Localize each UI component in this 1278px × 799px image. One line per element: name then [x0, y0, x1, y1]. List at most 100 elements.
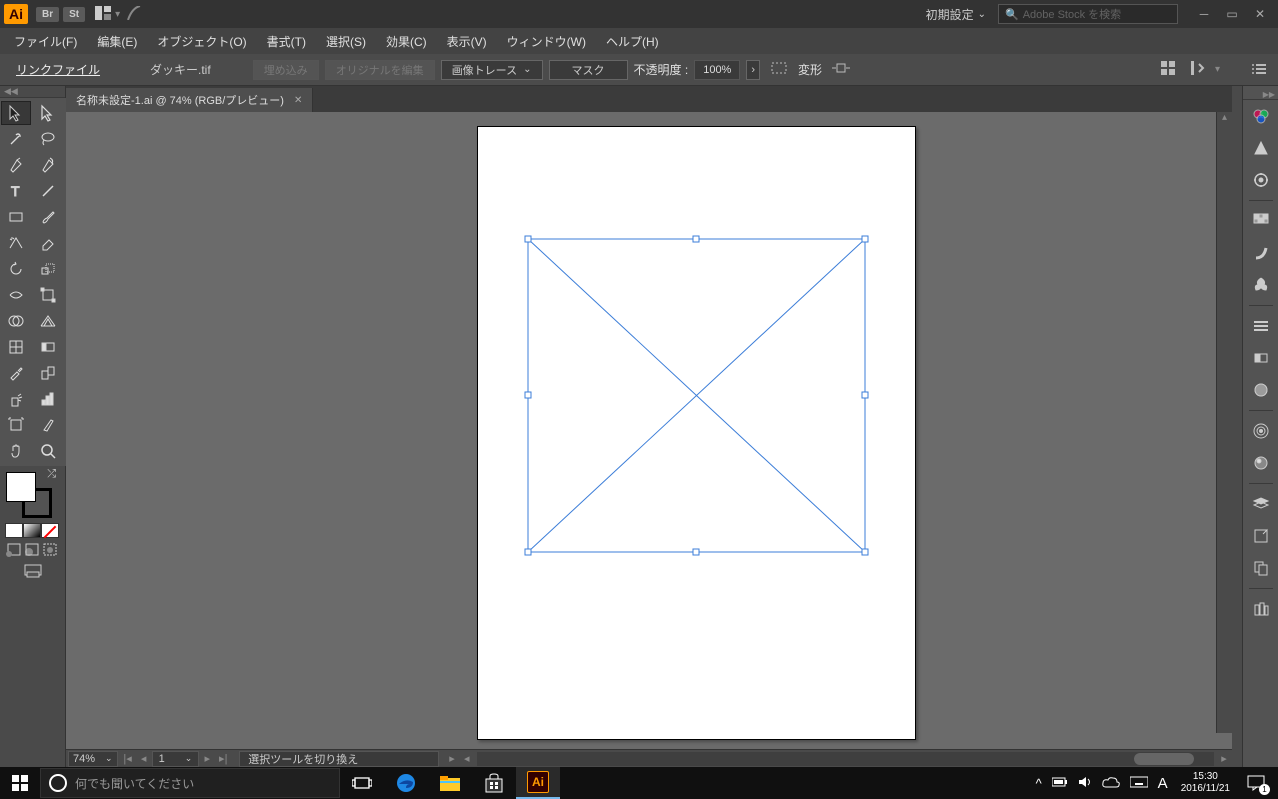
arrange-documents-icon[interactable]	[95, 6, 111, 23]
swatches-panel-icon[interactable]	[1247, 207, 1275, 235]
horizontal-scrollbar[interactable]	[477, 752, 1214, 766]
menu-view[interactable]: 表示(V)	[437, 30, 497, 53]
mask-button[interactable]: マスク	[549, 60, 628, 80]
next-artboard-icon[interactable]: ▸	[199, 752, 215, 765]
first-artboard-icon[interactable]: |◂	[120, 752, 136, 765]
zoom-level[interactable]: 74% ⌄	[68, 751, 118, 767]
artboard-tool[interactable]	[1, 413, 31, 437]
fill-stroke-swatch[interactable]: ⤮	[0, 466, 62, 521]
transform-label[interactable]: 変形	[798, 61, 822, 78]
panel-option-icon-1[interactable]	[1157, 61, 1179, 78]
scroll-left-icon[interactable]: ◂	[459, 752, 475, 765]
tray-chevron-icon[interactable]: ^	[1036, 776, 1042, 791]
chevron-down-icon[interactable]: ▾	[1215, 64, 1220, 75]
workspace-switcher[interactable]: 初期設定 ⌄	[926, 6, 986, 23]
color-mode-solid[interactable]	[5, 523, 23, 538]
line-tool[interactable]	[33, 179, 63, 203]
action-center-icon[interactable]: 1	[1238, 767, 1274, 799]
curvature-tool[interactable]	[33, 153, 63, 177]
column-graph-tool[interactable]	[33, 387, 63, 411]
draw-inside[interactable]	[41, 542, 59, 557]
isolate-icon[interactable]	[828, 61, 854, 78]
close-icon[interactable]: ✕	[294, 95, 302, 106]
image-trace-button[interactable]: 画像トレース ⌄	[441, 60, 543, 80]
linked-file-name[interactable]: ダッキー.tif	[150, 61, 211, 78]
menu-edit[interactable]: 編集(E)	[87, 30, 147, 53]
scroll-right-icon[interactable]: ▸	[449, 752, 455, 765]
tray-volume-icon[interactable]	[1078, 775, 1092, 792]
menu-select[interactable]: 選択(S)	[316, 30, 376, 53]
libraries-panel-icon[interactable]	[1247, 595, 1275, 623]
tray-power-icon[interactable]	[1052, 776, 1068, 791]
artboards-panel-icon[interactable]	[1247, 554, 1275, 582]
stroke-panel-icon[interactable]	[1247, 312, 1275, 340]
toolbox-collapse-icon[interactable]: ◀◀	[0, 86, 65, 98]
rotate-tool[interactable]	[1, 257, 31, 281]
direct-selection-tool[interactable]	[33, 101, 63, 125]
blend-tool[interactable]	[33, 361, 63, 385]
close-button[interactable]: ✕	[1246, 4, 1274, 24]
layers-panel-icon[interactable]	[1247, 490, 1275, 518]
edit-original-button[interactable]: オリジナルを編集	[325, 60, 435, 80]
symbol-sprayer-tool[interactable]	[1, 387, 31, 411]
menu-object[interactable]: オブジェクト(O)	[147, 30, 256, 53]
panel-option-icon-2[interactable]	[1185, 61, 1209, 78]
tray-ime-icon[interactable]: A	[1158, 775, 1168, 792]
prev-artboard-icon[interactable]: ◂	[136, 752, 152, 765]
dock-collapse-icon[interactable]: ▶▶	[1243, 90, 1278, 100]
draw-behind[interactable]	[23, 542, 41, 557]
menu-effect[interactable]: 効果(C)	[376, 30, 437, 53]
perspective-grid-tool[interactable]	[33, 309, 63, 333]
color-mode-none[interactable]	[41, 523, 59, 538]
cortana-search[interactable]: 何でも聞いてください	[40, 768, 340, 798]
explorer-taskbar-icon[interactable]	[428, 767, 472, 799]
brushes-panel-icon[interactable]	[1247, 239, 1275, 267]
width-tool[interactable]	[1, 283, 31, 307]
color-panel-icon[interactable]	[1247, 102, 1275, 130]
draw-normal[interactable]	[5, 542, 23, 557]
rectangle-tool[interactable]	[1, 205, 31, 229]
pen-tool[interactable]	[1, 153, 31, 177]
fill-color[interactable]	[6, 472, 36, 502]
eyedropper-tool[interactable]	[1, 361, 31, 385]
stock-button[interactable]: St	[63, 7, 85, 22]
illustrator-taskbar-icon[interactable]: Ai	[516, 767, 560, 799]
shape-builder-tool[interactable]	[1, 309, 31, 333]
start-button[interactable]	[0, 767, 40, 799]
document-tab[interactable]: 名称未設定-1.ai @ 74% (RGB/プレビュー) ✕	[66, 88, 313, 112]
panel-menu-icon[interactable]	[1248, 62, 1270, 78]
color-guide-panel-icon[interactable]	[1247, 134, 1275, 162]
free-transform-tool[interactable]	[33, 283, 63, 307]
scroll-right-end-icon[interactable]: ▸	[1216, 752, 1232, 765]
vertical-scrollbar[interactable]: ▴	[1216, 112, 1232, 733]
paintbrush-tool[interactable]	[33, 205, 63, 229]
gradient-tool[interactable]	[33, 335, 63, 359]
embed-button[interactable]: 埋め込み	[253, 60, 319, 80]
opacity-more-button[interactable]: ›	[746, 60, 760, 80]
magic-wand-tool[interactable]	[1, 127, 31, 151]
link-file-label[interactable]: リンクファイル	[8, 58, 108, 81]
eraser-tool[interactable]	[33, 231, 63, 255]
gpu-performance-icon[interactable]	[126, 6, 142, 23]
menu-file[interactable]: ファイル(F)	[4, 30, 87, 53]
transparency-panel-icon[interactable]	[1247, 376, 1275, 404]
lasso-tool[interactable]	[33, 127, 63, 151]
align-icon[interactable]	[766, 61, 792, 78]
opacity-value[interactable]: 100%	[694, 60, 740, 80]
maximize-button[interactable]: ▭	[1218, 4, 1246, 24]
color-mode-gradient[interactable]	[23, 523, 41, 538]
slice-tool[interactable]	[33, 413, 63, 437]
scale-tool[interactable]	[33, 257, 63, 281]
tray-onedrive-icon[interactable]	[1102, 776, 1120, 791]
edge-taskbar-icon[interactable]	[384, 767, 428, 799]
menu-type[interactable]: 書式(T)	[257, 30, 316, 53]
tray-keyboard-icon[interactable]	[1130, 776, 1148, 791]
canvas[interactable]: ▴	[66, 112, 1232, 749]
task-view-button[interactable]	[340, 767, 384, 799]
asset-export-panel-icon[interactable]	[1247, 522, 1275, 550]
swap-fill-stroke-icon[interactable]: ⤮	[47, 468, 56, 481]
store-taskbar-icon[interactable]	[472, 767, 516, 799]
stock-search-input[interactable]: 🔍 Adobe Stock を検索	[998, 4, 1178, 24]
zoom-tool[interactable]	[33, 439, 63, 463]
type-tool[interactable]: T	[1, 179, 31, 203]
